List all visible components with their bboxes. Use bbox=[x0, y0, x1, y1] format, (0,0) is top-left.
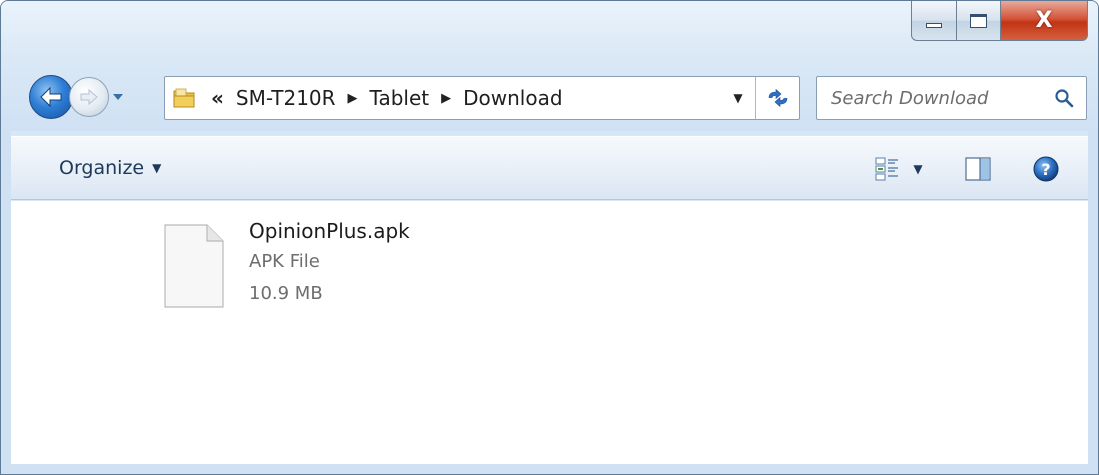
address-bar[interactable]: « SM-T210R ▶ Tablet ▶ Download ▼ bbox=[164, 76, 800, 120]
minimize-icon bbox=[926, 23, 942, 28]
search-box[interactable] bbox=[816, 76, 1087, 120]
window-frame-right bbox=[1088, 131, 1098, 474]
view-options-dropdown[interactable]: ▼ bbox=[906, 149, 930, 189]
forward-button[interactable] bbox=[69, 77, 109, 117]
window-frame-bottom bbox=[1, 464, 1098, 474]
svg-text:?: ? bbox=[1041, 160, 1050, 179]
back-arrow-icon bbox=[40, 86, 62, 108]
file-type: APK File bbox=[249, 251, 320, 272]
address-history-dropdown[interactable]: ▼ bbox=[725, 77, 751, 119]
change-view-icon bbox=[875, 157, 898, 181]
chevron-down-icon: ▼ bbox=[152, 161, 162, 175]
command-bar: Organize ▼ ▼ ? bbox=[11, 136, 1088, 200]
recent-pages-button[interactable] bbox=[111, 90, 125, 104]
breadcrumb-separator[interactable]: ▶ bbox=[348, 91, 358, 106]
organize-label: Organize bbox=[59, 157, 145, 179]
help-icon: ? bbox=[1033, 156, 1059, 182]
breadcrumb-sm-t210r[interactable]: SM-T210R bbox=[236, 86, 336, 110]
search-input[interactable] bbox=[831, 87, 1046, 109]
maximize-icon bbox=[970, 13, 987, 28]
close-button[interactable]: X bbox=[1001, 1, 1088, 41]
breadcrumb-tablet[interactable]: Tablet bbox=[370, 86, 430, 110]
refresh-icon bbox=[768, 89, 787, 107]
navigation-buttons bbox=[29, 73, 125, 121]
search-icon[interactable] bbox=[1054, 88, 1074, 108]
window-frame-left bbox=[1, 131, 11, 474]
file-size: 10.9 MB bbox=[249, 283, 323, 304]
explorer-window: X « SM-T210R ▶ Tablet ▶ Download ▼ Searc… bbox=[0, 0, 1099, 475]
forward-arrow-icon bbox=[80, 88, 98, 106]
refresh-button[interactable] bbox=[755, 77, 799, 119]
folder-icon bbox=[171, 85, 197, 111]
file-name: OpinionPlus.apk bbox=[249, 219, 410, 243]
preview-pane-button[interactable] bbox=[958, 149, 998, 189]
breadcrumb-overflow[interactable]: « bbox=[211, 86, 224, 110]
list-item[interactable]: OpinionPlus.apk APK File 10.9 MB bbox=[161, 211, 501, 311]
caption-buttons: X bbox=[911, 1, 1088, 41]
chevron-down-icon bbox=[113, 94, 123, 100]
breadcrumb-download[interactable]: Download bbox=[463, 86, 562, 110]
help-button[interactable]: ? bbox=[1026, 149, 1066, 189]
preview-pane-icon bbox=[965, 157, 991, 181]
minimize-button[interactable] bbox=[911, 1, 957, 41]
close-icon: X bbox=[1035, 7, 1053, 33]
back-button[interactable] bbox=[29, 75, 73, 119]
generic-file-icon bbox=[164, 224, 224, 308]
file-list: OpinionPlus.apk APK File 10.9 MB bbox=[11, 201, 1088, 464]
change-view-button[interactable] bbox=[868, 149, 906, 189]
maximize-button[interactable] bbox=[957, 1, 1001, 41]
breadcrumb-separator[interactable]: ▶ bbox=[441, 91, 451, 106]
organize-button[interactable]: Organize ▼ bbox=[45, 148, 175, 188]
command-bar-right: ▼ ? bbox=[868, 137, 1066, 201]
